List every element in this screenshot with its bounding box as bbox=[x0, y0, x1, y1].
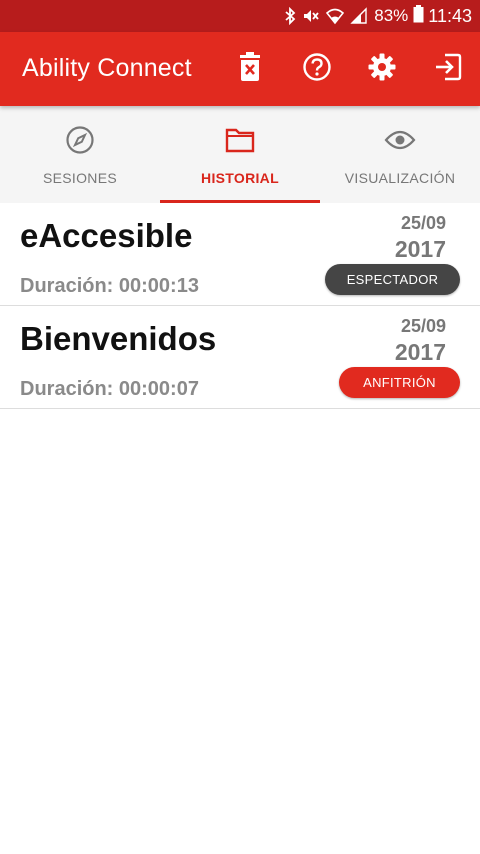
mute-icon bbox=[302, 7, 320, 25]
wifi-icon bbox=[326, 7, 345, 25]
session-duration: Duración: 00:00:13 bbox=[20, 275, 199, 297]
role-badge: ESPECTADOR bbox=[325, 264, 460, 295]
clock: 11:43 bbox=[428, 5, 472, 26]
battery-icon bbox=[413, 4, 424, 28]
list-item[interactable]: eAccesible Duración: 00:00:13 25/09 2017… bbox=[0, 203, 480, 306]
bluetooth-icon bbox=[284, 7, 296, 25]
signal-icon bbox=[350, 7, 368, 25]
session-name: eAccesible bbox=[20, 217, 193, 254]
session-date-day: 25/09 bbox=[400, 316, 446, 336]
session-date-day: 25/09 bbox=[400, 213, 446, 233]
role-badge: ANFITRIÓN bbox=[339, 367, 460, 398]
settings-button[interactable] bbox=[362, 49, 402, 89]
tab-visualizacion[interactable]: VISUALIZACIÓN bbox=[320, 106, 480, 203]
logout-button[interactable] bbox=[428, 49, 468, 89]
battery-percentage: 83% bbox=[374, 6, 409, 25]
tab-sesiones[interactable]: SESIONES bbox=[0, 106, 160, 203]
status-icons bbox=[284, 7, 368, 25]
tab-visualizacion-label: VISUALIZACIÓN bbox=[344, 170, 456, 186]
compass-icon bbox=[65, 124, 95, 156]
session-history-list: eAccesible Duración: 00:00:13 25/09 2017… bbox=[0, 203, 480, 409]
delete-history-button[interactable] bbox=[230, 49, 270, 89]
app-title: Ability Connect bbox=[22, 54, 192, 82]
help-button[interactable] bbox=[297, 49, 337, 89]
status-bar: 83% 11:43 bbox=[0, 0, 480, 32]
session-date-year: 2017 bbox=[394, 339, 446, 365]
settings-icon bbox=[367, 52, 397, 87]
help-icon bbox=[302, 52, 332, 87]
list-item[interactable]: Bienvenidos Duración: 00:00:07 25/09 201… bbox=[0, 306, 480, 409]
session-name: Bienvenidos bbox=[20, 320, 217, 357]
folder-icon bbox=[225, 124, 255, 156]
logout-icon bbox=[433, 52, 463, 87]
tab-historial[interactable]: HISTORIAL bbox=[160, 106, 320, 203]
session-duration: Duración: 00:00:07 bbox=[20, 378, 199, 400]
delete-history-icon bbox=[238, 51, 262, 87]
tab-historial-label: HISTORIAL bbox=[201, 170, 279, 186]
eye-icon bbox=[384, 124, 416, 156]
session-date-year: 2017 bbox=[394, 236, 446, 262]
tab-sesiones-label: SESIONES bbox=[43, 170, 117, 186]
app-bar: Ability Connect bbox=[0, 32, 480, 106]
tab-bar: SESIONES HISTORIAL VISUALIZACIÓN bbox=[0, 106, 480, 203]
